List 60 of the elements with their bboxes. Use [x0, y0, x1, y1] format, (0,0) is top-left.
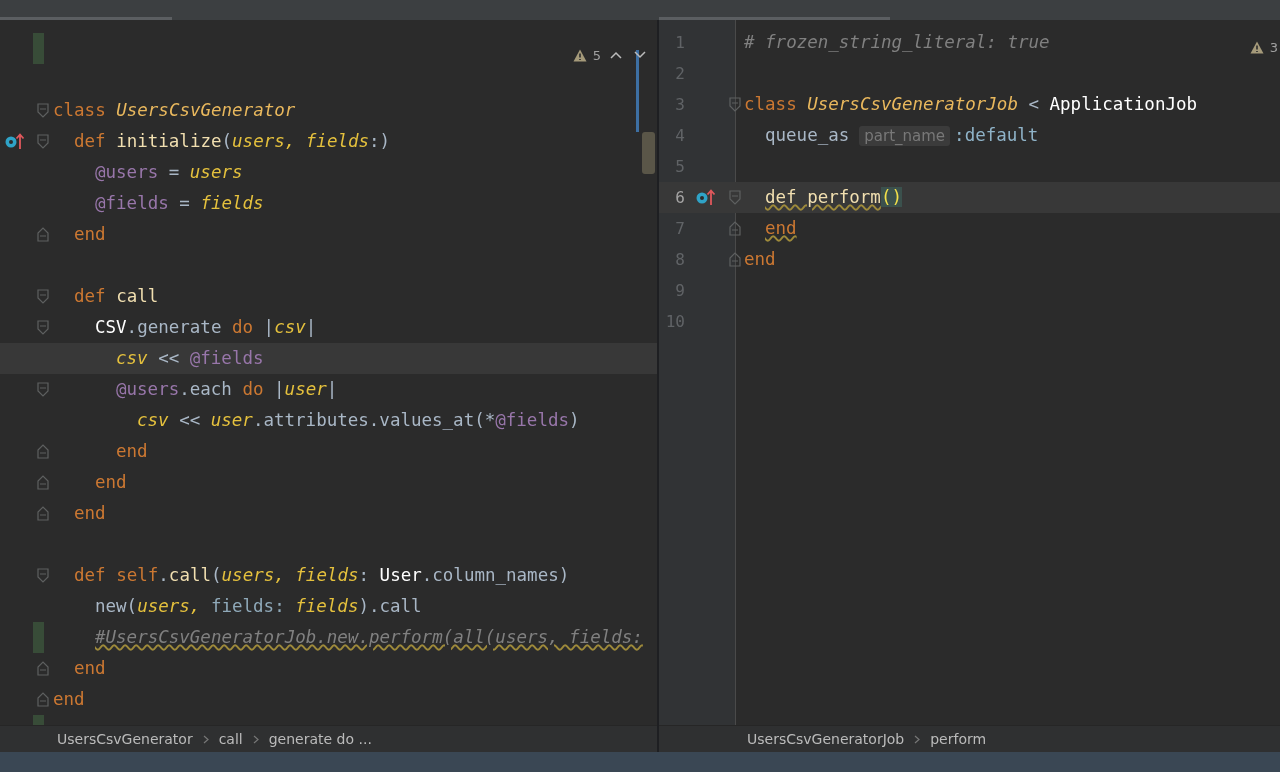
code-line: end [744, 248, 776, 271]
chevron-icon [202, 734, 209, 744]
breadcrumb[interactable]: UsersCsvGeneratorJob [747, 731, 905, 747]
chevron-down-icon [634, 51, 646, 59]
code-line: def perform() [765, 186, 902, 209]
breadcrumb[interactable]: generate do ... [268, 731, 372, 747]
code-line: end [74, 657, 106, 680]
chevron-icon [252, 734, 259, 744]
problem-count: 5 [592, 47, 601, 63]
code-line: end [765, 217, 797, 240]
fold-icon[interactable] [37, 568, 49, 583]
code-line: def initialize(users, fields:) [74, 130, 391, 153]
code-line: def call [74, 285, 159, 308]
breadcrumb[interactable]: call [218, 731, 243, 747]
code-line: end [74, 223, 106, 246]
fold-icon[interactable] [729, 252, 741, 267]
warning-icon [572, 48, 587, 62]
code-line: queue_as [765, 124, 850, 147]
fold-icon[interactable] [37, 289, 49, 304]
code-line: class UsersCsvGeneratorJob < ApplicationJob [744, 93, 1198, 116]
fold-icon[interactable] [37, 134, 49, 149]
chevron-icon [914, 734, 921, 744]
breadcrumb[interactable]: UsersCsvGenerator [57, 731, 193, 747]
fold-icon[interactable] [37, 444, 49, 459]
fold-icon[interactable] [37, 382, 49, 397]
inlay-hint: part_name [859, 125, 951, 146]
code-line: class UsersCsvGenerator [53, 99, 296, 122]
problem-count: 3 [1269, 40, 1278, 55]
code-line: end [95, 471, 127, 494]
code-line: def self.call(users, fields: User.column_names) [74, 564, 570, 587]
override-icon[interactable] [696, 188, 716, 206]
code-line: @users = users [95, 161, 243, 184]
code-line: csv << @fields [116, 347, 264, 370]
code-line: @users.each do |user| [116, 378, 338, 401]
fold-icon[interactable] [729, 190, 741, 205]
code-line: csv << user.attributes.values_at(*@fields) [137, 409, 580, 432]
fold-icon[interactable] [729, 221, 741, 236]
fold-icon[interactable] [37, 692, 49, 707]
code-line: #UsersCsvGeneratorJob.new.perform(all(users, fields: [95, 626, 643, 649]
code-line: end [116, 440, 148, 463]
code-line: CSV.generate do |csv| [95, 316, 317, 339]
code-line: @fields = fields [95, 192, 264, 215]
code-line: end [74, 502, 106, 525]
code-line: # frozen_string_literal: true [744, 31, 1050, 54]
fold-icon[interactable] [37, 227, 49, 242]
code-line: end [53, 688, 85, 711]
line-number: 6 [674, 188, 685, 207]
fold-icon[interactable] [37, 320, 49, 335]
fold-icon[interactable] [37, 103, 49, 118]
fold-icon[interactable] [37, 475, 49, 490]
code-line: new(users, fields: fields).call [95, 595, 422, 618]
fold-icon[interactable] [37, 661, 49, 676]
code-line: :default [954, 124, 1039, 147]
scrollbar-thumb[interactable] [642, 132, 655, 174]
fold-icon[interactable] [729, 97, 741, 112]
fold-icon[interactable] [37, 506, 49, 521]
breadcrumb[interactable]: perform [930, 731, 987, 747]
warning-icon [1249, 41, 1264, 54]
chevron-up-icon [610, 51, 622, 59]
override-icon[interactable] [5, 132, 25, 150]
